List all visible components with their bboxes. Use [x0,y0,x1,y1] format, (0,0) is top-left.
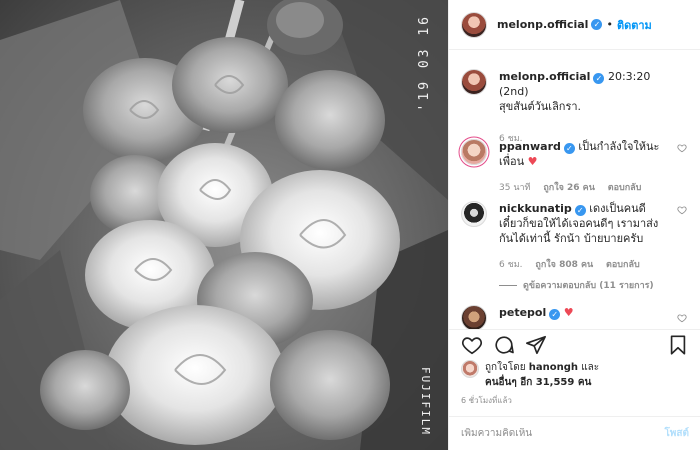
action-bar [449,329,700,359]
caption-username[interactable]: melonp.official [499,70,590,83]
instagram-post: '19 03 16 FUJIFILM melonp.official ✓ • ต… [0,0,700,450]
add-comment-bar: โพสต์ [449,416,700,450]
likes-summary: ถูกใจโดย hanongh และ คนอื่นๆ อีก 31,559 … [461,360,691,390]
comments-list[interactable]: melonp.official ✓ 20:3:20 (2nd) สุขสันต์ว… [449,51,700,329]
comment-item: petepol ✓ ♥ [461,305,691,329]
post-header: melonp.official ✓ • ติดตาม [449,0,700,50]
comment-icon[interactable] [493,334,515,356]
verified-badge-icon: ✓ [549,309,561,320]
verified-badge-icon: ✓ [574,205,586,216]
post-time[interactable]: 6 ชั่วโมงที่แล้ว [461,394,512,407]
like-comment-heart-icon[interactable] [677,205,687,215]
likes-others[interactable]: คนอื่นๆ อีก 31,559 คน [485,377,591,388]
avatar[interactable] [461,139,487,165]
comment-likes[interactable]: ถูกใจ 808 คน [535,260,593,270]
comment-time[interactable]: 35 นาที [499,183,530,193]
comment-username[interactable]: nickkunatip [499,202,572,215]
comment-username[interactable]: petepol [499,306,546,319]
likes-mid: และ [581,362,600,373]
photo-date-stamp: '19 03 16 [417,14,432,112]
comment-likes[interactable]: ถูกใจ 26 คน [543,183,595,193]
caption: melonp.official ✓ 20:3:20 (2nd) สุขสันต์ว… [461,69,691,147]
post-side-panel: melonp.official ✓ • ติดตาม melonp.offici… [448,0,700,450]
post-button[interactable]: โพสต์ [664,426,689,441]
avatar[interactable] [461,360,479,378]
bookmark-icon[interactable] [667,334,689,356]
separator-dot: • [606,18,613,31]
avatar[interactable] [461,11,487,38]
replies-line [499,285,517,286]
avatar[interactable] [461,305,487,329]
view-replies-label: ดูข้อความตอบกลับ (11 รายการ) [523,281,654,291]
share-icon[interactable] [525,334,547,356]
caption-text-2: สุขสันต์วันเลิกรา. [499,100,582,113]
verified-badge-icon: ✓ [593,73,605,84]
reply-button[interactable]: ตอบกลับ [606,260,640,270]
like-comment-heart-icon[interactable] [677,143,687,153]
likes-prefix: ถูกใจโดย [485,362,526,373]
red-heart-emoji: ♥ [527,155,538,168]
avatar[interactable] [461,201,487,227]
comment-username[interactable]: ppanward [499,140,561,153]
view-replies-button[interactable]: ดูข้อความตอบกลับ (11 รายการ) [499,278,654,292]
comment-item: nickkunatip ✓ เดงเป็นคนดี เดี๋ยวก็ขอให้ได… [461,201,691,273]
heart-icon[interactable] [461,334,483,356]
author-username[interactable]: melonp.official [497,18,588,31]
verified-badge-icon: ✓ [591,19,603,30]
verified-badge-icon: ✓ [563,143,575,154]
reply-button[interactable]: ตอบกลับ [608,183,642,193]
likes-user[interactable]: hanongh [529,362,578,373]
photo-film-stamp: FUJIFILM [419,367,432,436]
roses-bouquet-image [0,0,448,450]
comment-item: ppanward ✓ เป็นกำลังใจให้นะเพื่อน ♥ 35 นา… [461,139,691,196]
red-heart-emoji: ♥ [563,306,574,319]
post-photo[interactable]: '19 03 16 FUJIFILM [0,0,448,450]
comment-time[interactable]: 6 ชม. [499,260,523,270]
add-comment-input[interactable] [461,428,665,439]
follow-button[interactable]: ติดตาม [617,16,652,34]
like-comment-heart-icon[interactable] [677,313,687,323]
avatar[interactable] [461,69,487,95]
